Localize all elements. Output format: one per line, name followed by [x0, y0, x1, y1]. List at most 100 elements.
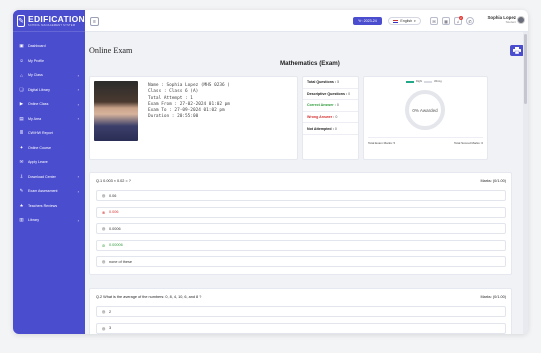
sidebar-item-my-profile[interactable]: ☺ My Profile	[13, 54, 85, 69]
answer-option[interactable]: ◎ 0.06	[96, 190, 506, 201]
main-content: Online Exam Mathematics (Exam) Name : So…	[85, 32, 528, 334]
chat-icon: ✆	[468, 18, 472, 24]
stat-value: 0	[335, 115, 338, 120]
not-attempted-row: Not Attempted : 0	[303, 123, 358, 135]
total-questions-row: Total Questions : 5	[303, 77, 358, 89]
download-icon: ⇩	[19, 173, 24, 179]
wrong-answer-row: Wrong Answer : 0	[303, 112, 358, 124]
logo-icon: ✎	[17, 14, 26, 27]
hamburger-icon: ≡	[93, 18, 96, 25]
stat-label: Descriptive Questions :	[307, 91, 348, 96]
chevron-right-icon: ›	[77, 72, 79, 78]
sidebar-item-label: Exam Assessment	[28, 189, 58, 194]
option-text: none of these	[109, 259, 133, 264]
calendar-button[interactable]: ▦	[442, 17, 450, 25]
answer-option[interactable]: ⊘ 0.00006	[96, 239, 506, 251]
answer-option[interactable]: ◎ 2	[96, 306, 506, 317]
sidebar-item-label: CW/HW Report	[28, 131, 53, 136]
student-photo	[94, 81, 138, 141]
right-swatch	[406, 80, 414, 83]
scrollbar-thumb[interactable]	[524, 34, 527, 104]
stat-label: Not Attempted :	[307, 126, 334, 131]
user-role: Student	[505, 20, 516, 24]
stat-label: Correct Answer :	[307, 103, 336, 108]
page-scrollbar[interactable]	[523, 32, 528, 334]
sidebar-item-teachers-reviews[interactable]: ★ Teachers Reviews	[13, 199, 85, 214]
sidebar-item-apply-leave[interactable]: ✉ Apply Leave	[13, 155, 85, 170]
sidebar-item-label: Online Class	[28, 102, 49, 107]
option-text: 2	[109, 309, 112, 314]
flag-icon	[393, 19, 399, 23]
option-text: 0.00006	[109, 243, 123, 247]
sidebar-item-my-area[interactable]: ▤ My Area ›	[13, 112, 85, 127]
wrong-mark-icon: ⊗	[101, 210, 106, 215]
sidebar: ✎ EDIFICATION SCHOOL MANAGEMENT SYSTEM ▣…	[13, 10, 85, 334]
stat-value: 0	[334, 126, 337, 131]
print-button[interactable]	[510, 45, 524, 56]
sidebar-item-online-class[interactable]: ▶ Online Class ›	[13, 97, 85, 112]
app-window: ✎ EDIFICATION SCHOOL MANAGEMENT SYSTEM ▣…	[13, 10, 528, 334]
whatsapp-button[interactable]: ✆	[466, 17, 474, 25]
answer-option[interactable]: ◎ 0.0006	[96, 223, 506, 234]
brand-logo[interactable]: ✎ EDIFICATION SCHOOL MANAGEMENT SYSTEM	[13, 10, 85, 32]
sidebar-item-dashboard[interactable]: ▣ Dashboard	[13, 39, 85, 54]
sidebar-item-download-center[interactable]: ⇩ Download Center ›	[13, 170, 85, 185]
total-scored-marks: Total Scored Marks: 0	[453, 141, 483, 145]
home-icon: ⌂	[20, 72, 23, 78]
session-badge[interactable]: Yr: 2023-24	[353, 17, 382, 25]
radio-icon: ◎	[101, 326, 106, 331]
chevron-right-icon: ›	[77, 174, 79, 180]
course-icon: ✦	[19, 144, 24, 150]
sidebar-item-cw-hw-report[interactable]: ≣ CW/HW Report	[13, 126, 85, 141]
radio-icon: ◎	[101, 310, 106, 314]
user-menu[interactable]: Sophia Lopez Student	[487, 15, 516, 24]
chart-legend: Right Wrong	[404, 80, 442, 83]
brand-name: EDIFICATION	[28, 13, 85, 24]
page-title: Online Exam	[89, 46, 133, 55]
legend-right-label: Right	[416, 80, 423, 83]
exam-title: Mathematics (Exam)	[280, 60, 340, 67]
sidebar-item-library[interactable]: ▥ Library ›	[13, 213, 85, 228]
stat-value: 5	[337, 80, 340, 85]
chevron-right-icon: ›	[77, 87, 79, 93]
radio-icon: ◎	[101, 194, 106, 198]
descriptive-questions-row: Descriptive Questions : 0	[303, 89, 358, 101]
leave-icon: ✉	[19, 159, 24, 165]
exam-icon: ✎	[19, 188, 24, 194]
chevron-down-icon: ▾	[414, 19, 416, 23]
brand-tagline: SCHOOL MANAGEMENT SYSTEM	[28, 23, 76, 27]
correct-mark-icon: ⊘	[101, 243, 106, 248]
chevron-right-icon: ›	[77, 101, 79, 107]
chevron-right-icon: ›	[77, 217, 79, 223]
stat-value: 0	[348, 91, 351, 96]
sidebar-item-label: Apply Leave	[28, 160, 48, 165]
sidebar-item-my-class[interactable]: ⌂ My Class ›	[13, 68, 85, 83]
folder-icon: ▤	[19, 115, 24, 121]
language-select[interactable]: English ▾	[388, 17, 421, 25]
avatar[interactable]	[517, 16, 525, 24]
award-percentage: 0% Awarded	[412, 107, 438, 113]
question-text: Q.2 What is the average of the numbers: …	[96, 295, 202, 299]
answer-option[interactable]: ⊗ 0.006	[96, 206, 506, 218]
question-text: Q.1 0.003 × 0.02 = ?	[96, 179, 131, 183]
language-label: English	[400, 19, 413, 23]
answer-option[interactable]: ◎ 3	[96, 322, 506, 334]
report-icon: ≣	[19, 130, 24, 136]
printer-icon	[513, 47, 521, 54]
dashboard-icon: ▣	[19, 43, 24, 49]
sidebar-item-digital-library[interactable]: ❏ Digital Library ›	[13, 83, 85, 98]
notifications-button[interactable]: ♫ 2	[454, 16, 463, 25]
option-text: 0.06	[109, 193, 117, 198]
sidebar-item-online-course[interactable]: ✦ Online Course	[13, 141, 85, 156]
question-marks: Marks: (0/1.00)	[480, 295, 506, 299]
sidebar-item-exam-assessment[interactable]: ✎ Exam Assessment ›	[13, 184, 85, 199]
menu-toggle-button[interactable]: ≡	[90, 17, 99, 26]
messages-button[interactable]: ✉	[430, 17, 438, 25]
exam-duration: Duration : 20:55:00	[148, 114, 199, 120]
sidebar-item-label: Library	[28, 218, 39, 223]
total-exam-marks: Total Exam Marks: 5	[368, 141, 396, 145]
answer-option[interactable]: ◎ none of these	[96, 256, 506, 267]
question-marks: Marks: (0/1.00)	[480, 179, 506, 183]
calendar-icon: ▦	[444, 18, 448, 24]
book-icon: ❏	[19, 86, 24, 92]
